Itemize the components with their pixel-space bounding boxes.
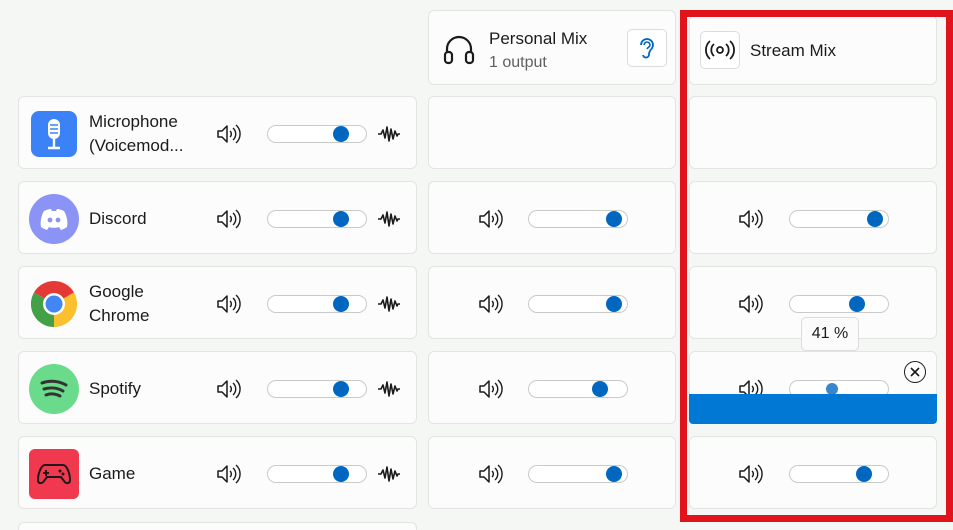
stream-volume-slider[interactable] xyxy=(789,294,889,313)
stream-volume-slider[interactable] xyxy=(789,209,889,228)
headphones-icon xyxy=(443,35,475,65)
personal-speaker-icon[interactable] xyxy=(477,208,503,230)
source-volume-slider[interactable] xyxy=(267,294,367,313)
source-row: Discord xyxy=(18,181,417,254)
personal-mix-cell xyxy=(428,181,676,254)
stream-speaker-icon[interactable] xyxy=(737,208,763,230)
close-icon xyxy=(910,367,920,377)
waveform-icon[interactable] xyxy=(377,379,401,399)
remove-button[interactable] xyxy=(904,361,926,383)
personal-mix-cell xyxy=(428,436,676,509)
source-label: Google Chrome xyxy=(89,281,150,325)
waveform-icon[interactable] xyxy=(377,124,401,144)
waveform-icon[interactable] xyxy=(377,464,401,484)
slider-knob[interactable] xyxy=(856,465,873,482)
stream-mix-title: Stream Mix xyxy=(750,41,836,60)
source-row: Google Chrome xyxy=(18,266,417,339)
monitor-button[interactable] xyxy=(627,29,667,67)
source-label: Spotify xyxy=(89,378,141,398)
slider-knob[interactable] xyxy=(606,295,623,312)
spotify-icon xyxy=(29,363,79,414)
slider-knob[interactable] xyxy=(867,210,884,227)
source-speaker-icon[interactable] xyxy=(215,378,241,400)
personal-mix-cell xyxy=(428,96,676,169)
partial-row xyxy=(18,522,417,530)
slider-knob[interactable] xyxy=(332,210,349,227)
source-label: Microphone (Voicemod... xyxy=(89,111,184,155)
source-volume-slider[interactable] xyxy=(267,209,367,228)
personal-speaker-icon[interactable] xyxy=(477,293,503,315)
personal-volume-slider[interactable] xyxy=(528,464,628,483)
stream-mix-cell xyxy=(689,181,937,254)
discord-icon xyxy=(29,193,79,244)
personal-volume-slider[interactable] xyxy=(528,379,628,398)
source-speaker-icon[interactable] xyxy=(215,208,241,230)
source-label: Game xyxy=(89,463,136,483)
source-row: Game xyxy=(18,436,417,509)
source-volume-slider[interactable] xyxy=(267,124,367,143)
volume-tooltip: 41 % xyxy=(801,317,859,351)
slider-knob[interactable] xyxy=(332,295,349,312)
personal-mix-title: Personal Mix xyxy=(489,29,588,48)
stream-mix-progress-bar xyxy=(689,394,937,424)
waveform-icon[interactable] xyxy=(377,209,401,229)
broadcast-icon xyxy=(705,40,735,60)
source-volume-slider[interactable] xyxy=(267,379,367,398)
slider-knob[interactable] xyxy=(606,210,623,227)
stream-mix-cell xyxy=(689,96,937,169)
slider-knob[interactable] xyxy=(332,380,349,397)
personal-volume-slider[interactable] xyxy=(528,209,628,228)
personal-mix-subtitle: 1 output xyxy=(489,54,547,71)
stream-speaker-icon[interactable] xyxy=(737,463,763,485)
slider-knob[interactable] xyxy=(332,125,349,142)
personal-speaker-icon[interactable] xyxy=(477,378,503,400)
waveform-icon[interactable] xyxy=(377,294,401,314)
source-label: Discord xyxy=(89,208,147,228)
slider-knob[interactable] xyxy=(592,380,608,397)
stream-speaker-icon[interactable] xyxy=(737,293,763,315)
stream-volume-slider[interactable] xyxy=(789,464,889,483)
slider-knob[interactable] xyxy=(826,382,839,395)
slider-knob[interactable] xyxy=(332,465,349,482)
source-row: Microphone (Voicemod... xyxy=(18,96,417,169)
personal-mix-header: Personal Mix 1 output xyxy=(428,10,676,85)
slider-knob[interactable] xyxy=(606,465,623,482)
personal-volume-slider[interactable] xyxy=(528,294,628,313)
source-speaker-icon[interactable] xyxy=(215,293,241,315)
microphone-icon xyxy=(29,109,79,159)
stream-mix-cell xyxy=(689,436,937,509)
source-speaker-icon[interactable] xyxy=(215,463,241,485)
source-speaker-icon[interactable] xyxy=(215,123,241,145)
stream-mix-header: Stream Mix xyxy=(689,15,937,85)
source-row: Spotify xyxy=(18,351,417,424)
personal-mix-cell xyxy=(428,351,676,424)
gamepad-icon xyxy=(29,448,79,499)
source-volume-slider[interactable] xyxy=(267,464,367,483)
slider-knob[interactable] xyxy=(848,295,865,312)
chrome-icon xyxy=(29,279,79,329)
ear-icon xyxy=(640,38,654,59)
personal-speaker-icon[interactable] xyxy=(477,463,503,485)
stream-mix-icon-box xyxy=(700,31,740,69)
personal-mix-cell xyxy=(428,266,676,339)
